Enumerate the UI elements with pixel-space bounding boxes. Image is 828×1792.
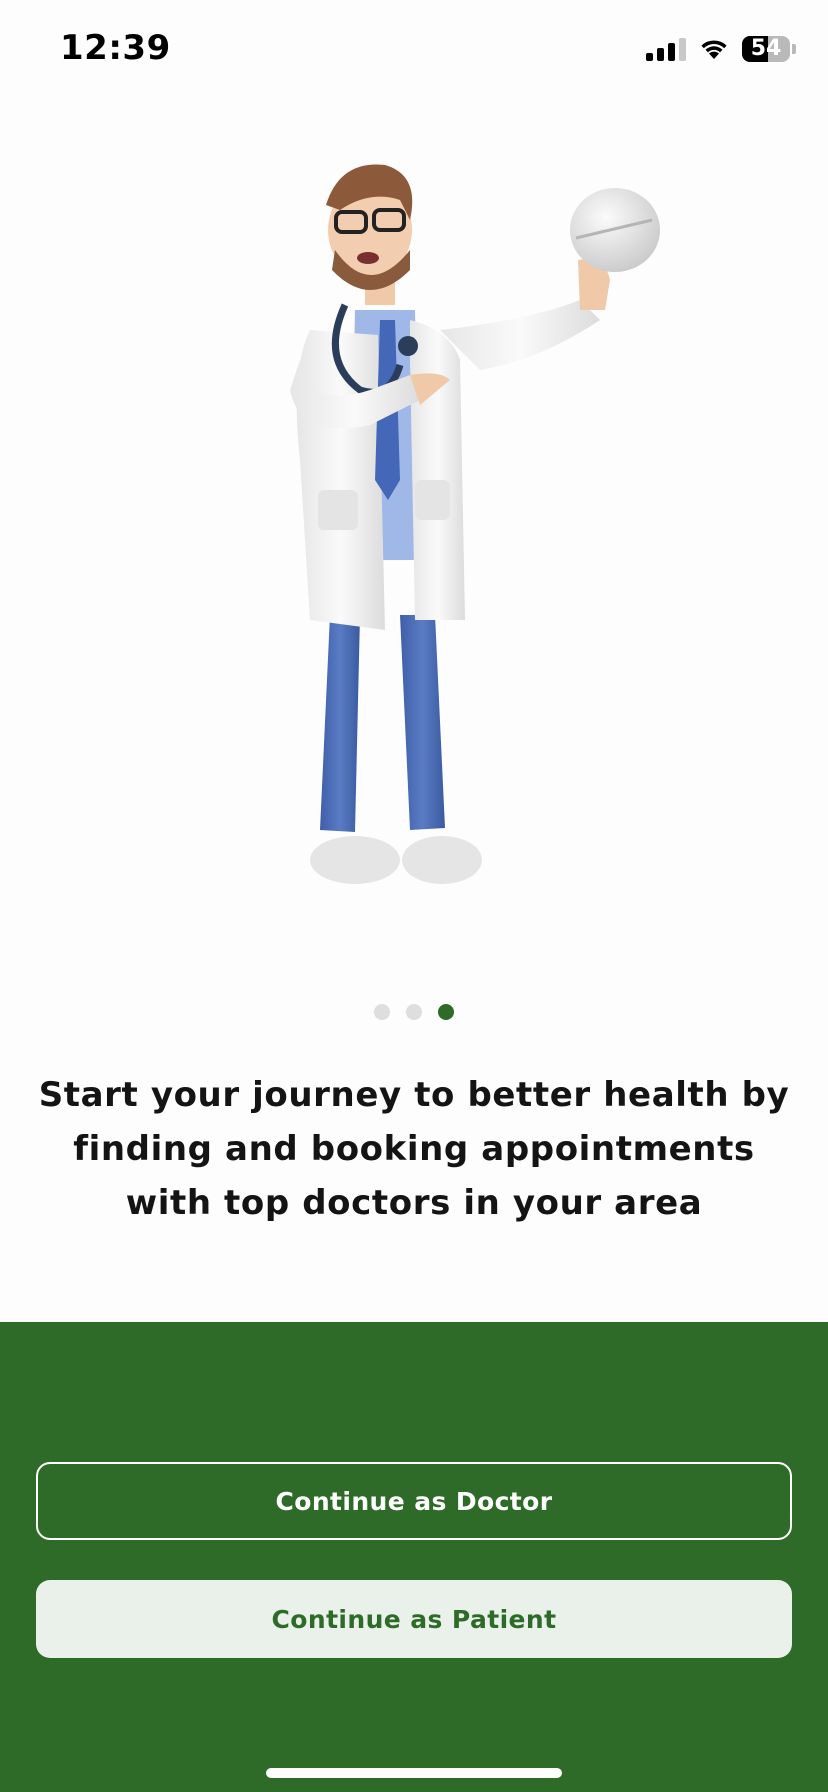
status-time: 12:39 — [60, 28, 171, 68]
continue-as-patient-button[interactable]: Continue as Patient — [36, 1580, 792, 1658]
page-dot-3[interactable] — [438, 1004, 454, 1020]
onboarding-tagline: Start your journey to better health by f… — [38, 1075, 790, 1223]
status-icons: 54 — [646, 34, 796, 64]
action-panel: Continue as Doctor Continue as Patient — [0, 1322, 828, 1792]
wifi-icon — [701, 40, 727, 59]
battery-cap — [792, 44, 796, 54]
doctor-illustration — [290, 164, 660, 884]
continue-as-doctor-button[interactable]: Continue as Doctor — [36, 1462, 792, 1540]
status-bar: 12:39 54 — [0, 0, 828, 100]
page-indicator — [0, 1004, 828, 1020]
cellular-signal-icon — [646, 37, 686, 61]
battery-icon: 54 — [742, 36, 790, 62]
battery-level: 54 — [750, 36, 782, 61]
home-indicator — [266, 1768, 562, 1778]
page-dot-1[interactable] — [374, 1004, 390, 1020]
page-dot-2[interactable] — [406, 1004, 422, 1020]
